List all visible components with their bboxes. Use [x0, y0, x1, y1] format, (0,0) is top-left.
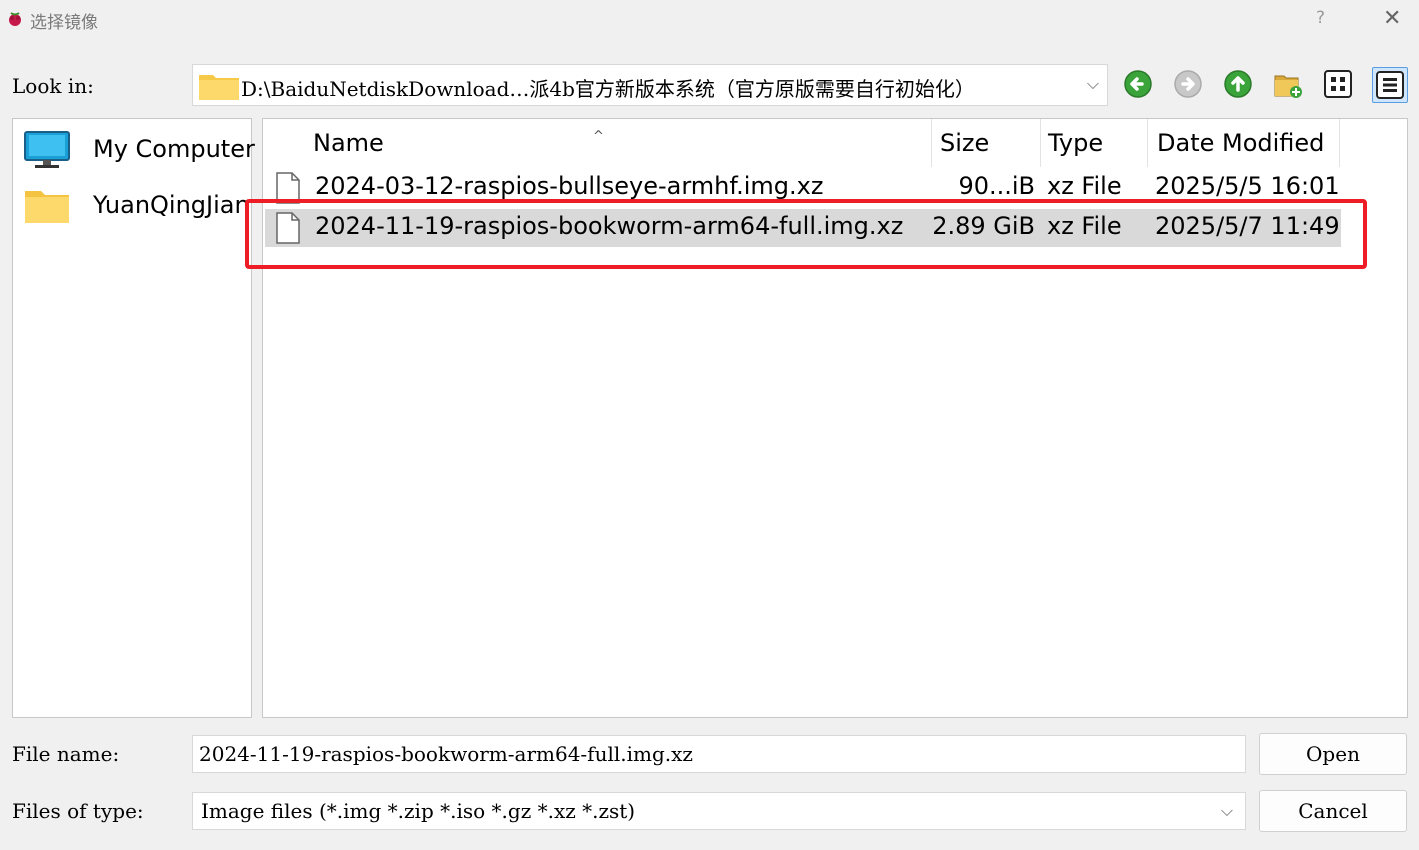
column-header-row: ^ Name Size Type Date Modified [263, 119, 1407, 169]
file-date-cell: 2025/5/5 16:01 [1155, 172, 1340, 200]
sidebar-item-label: My Computer [93, 135, 255, 163]
folder-icon [199, 75, 239, 100]
computer-icon [24, 131, 70, 168]
column-header-date-modified[interactable]: Date Modified [1157, 129, 1324, 157]
open-button[interactable]: Open [1259, 733, 1407, 775]
back-arrow-icon [1124, 70, 1152, 98]
file-list[interactable]: ^ Name Size Type Date Modified 2024-03-1… [262, 118, 1408, 718]
list-view-button[interactable] [1322, 68, 1354, 100]
forward-button[interactable] [1172, 68, 1204, 100]
look-in-label: Look in: [12, 74, 94, 98]
column-header-name[interactable]: Name [313, 129, 384, 157]
file-icon [276, 212, 300, 244]
folder-icon [25, 191, 69, 223]
file-type-combo[interactable]: Image files (*.img *.zip *.iso *.gz *.xz… [192, 792, 1246, 830]
raspberry-icon [9, 12, 21, 26]
file-type-label: Files of type: [12, 799, 144, 823]
column-divider[interactable] [931, 119, 932, 167]
cancel-button[interactable]: Cancel [1259, 790, 1407, 832]
column-divider[interactable] [1339, 119, 1340, 167]
sidebar: My Computer YuanQingJian [12, 118, 255, 718]
title-bar: 选择镜像 ? ✕ [0, 0, 1419, 40]
file-icon [276, 172, 300, 204]
file-date-cell: 2025/5/7 11:49 [1155, 212, 1340, 240]
new-folder-button[interactable] [1272, 68, 1304, 100]
file-size-cell: 90...iB [958, 172, 1035, 200]
table-row[interactable]: 2024-11-19-raspios-bookworm-arm64-full.i… [265, 209, 1341, 247]
up-button[interactable] [1222, 68, 1254, 100]
sidebar-item-my-computer[interactable]: My Computer [23, 129, 255, 169]
sort-ascending-icon: ^ [593, 129, 604, 144]
window-title: 选择镜像 [30, 13, 98, 33]
list-view-icon [1324, 70, 1352, 98]
file-name-cell: 2024-03-12-raspios-bullseye-armhf.img.xz [315, 172, 824, 200]
sidebar-item-label: YuanQingJian [93, 191, 250, 219]
column-header-size[interactable]: Size [940, 129, 989, 157]
new-folder-icon [1274, 75, 1302, 98]
sidebar-item-yuanqingjian[interactable]: YuanQingJian [23, 185, 251, 225]
file-type-value: Image files (*.img *.zip *.iso *.gz *.xz… [201, 799, 636, 823]
detail-view-button[interactable] [1372, 67, 1408, 103]
forward-arrow-icon [1174, 70, 1202, 98]
help-button[interactable]: ? [1316, 8, 1325, 28]
up-arrow-icon [1224, 70, 1252, 98]
look-in-combo[interactable]: D:\BaiduNetdiskDownload…派4b官方新版本系统（官方原版需… [192, 64, 1108, 106]
column-header-type[interactable]: Type [1048, 129, 1103, 157]
look-in-path: D:\BaiduNetdiskDownload…派4b官方新版本系统（官方原版需… [241, 77, 975, 101]
file-type-cell: xz File [1047, 172, 1122, 200]
close-button[interactable]: ✕ [1383, 6, 1401, 32]
detail-view-icon [1376, 71, 1404, 99]
column-divider[interactable] [1040, 119, 1041, 167]
file-name-label: File name: [12, 742, 120, 766]
file-name-cell: 2024-11-19-raspios-bookworm-arm64-full.i… [315, 212, 904, 240]
file-type-cell: xz File [1047, 212, 1122, 240]
chevron-down-icon[interactable]: ⌵ [1221, 801, 1233, 821]
file-name-input[interactable]: 2024-11-19-raspios-bookworm-arm64-full.i… [192, 735, 1246, 773]
chevron-down-icon[interactable]: ⌵ [1087, 74, 1099, 94]
table-row[interactable]: 2024-03-12-raspios-bullseye-armhf.img.xz… [265, 169, 1341, 207]
column-divider[interactable] [1147, 119, 1148, 167]
file-size-cell: 2.89 GiB [932, 212, 1035, 240]
back-button[interactable] [1122, 68, 1154, 100]
